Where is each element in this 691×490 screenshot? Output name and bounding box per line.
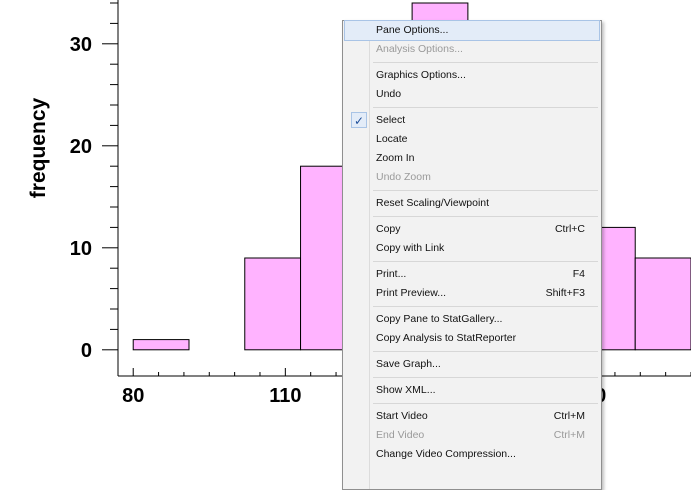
menu-item-show-xml[interactable]: Show XML... <box>345 381 599 400</box>
menu-item-label: Graphics Options... <box>376 69 466 81</box>
menu-item-print-preview[interactable]: Print Preview... Shift+F3 <box>345 284 599 303</box>
menu-item-change-video-compression[interactable]: Change Video Compression... <box>345 445 599 464</box>
menu-item-label: Reset Scaling/Viewpoint <box>376 197 490 209</box>
y-tick-label: 0 <box>81 340 92 362</box>
menu-item-label: End Video <box>376 429 425 441</box>
histogram-bar <box>244 257 302 351</box>
y-tick-label: 30 <box>70 34 92 56</box>
menu-item-label: Pane Options... <box>376 24 449 36</box>
x-tick-label: 80 <box>122 385 144 407</box>
menu-item-undo[interactable]: Undo <box>345 85 599 104</box>
menu-item-select[interactable]: ✓ Select <box>345 111 599 130</box>
menu-item-shortcut: Ctrl+M <box>553 410 585 422</box>
menu-separator <box>373 306 598 307</box>
histogram-bar <box>132 339 190 351</box>
menu-item-label: Undo <box>376 88 402 100</box>
menu-item-copy-with-link[interactable]: Copy with Link <box>345 239 599 258</box>
y-axis-label: frequency <box>27 98 50 199</box>
menu-separator <box>373 62 598 63</box>
menu-item-label: Locate <box>376 133 408 145</box>
menu-item-copy-analysis-to-statreporter[interactable]: Copy Analysis to StatReporter <box>345 329 599 348</box>
menu-item-label: Copy Pane to StatGallery... <box>376 313 503 325</box>
menu-item-copy[interactable]: Copy Ctrl+C <box>345 220 599 239</box>
menu-item-graphics-options[interactable]: Graphics Options... <box>345 66 599 85</box>
menu-item-undo-zoom: Undo Zoom <box>345 168 599 187</box>
menu-item-save-graph[interactable]: Save Graph... <box>345 355 599 374</box>
menu-separator <box>373 351 598 352</box>
menu-item-label: Save Graph... <box>376 358 441 370</box>
y-tick-label: 10 <box>70 238 92 260</box>
menu-item-shortcut: Ctrl+C <box>554 223 585 235</box>
x-tick-label: 110 <box>269 385 301 407</box>
menu-item-locate[interactable]: Locate <box>345 130 599 149</box>
menu-item-print[interactable]: Print... F4 <box>345 265 599 284</box>
menu-separator <box>373 190 598 191</box>
menu-item-label: Copy <box>376 223 401 235</box>
menu-item-zoom-in[interactable]: Zoom In <box>345 149 599 168</box>
menu-separator <box>373 261 598 262</box>
menu-item-label: Copy Analysis to StatReporter <box>376 332 517 344</box>
menu-separator <box>373 107 598 108</box>
menu-item-label: Zoom In <box>376 152 415 164</box>
menu-item-label: Copy with Link <box>376 242 445 254</box>
menu-item-label: Start Video <box>376 410 428 422</box>
menu-separator <box>373 403 598 404</box>
menu-item-end-video: End Video Ctrl+M <box>345 426 599 445</box>
y-tick-label: 20 <box>70 136 92 158</box>
menu-item-copy-pane-to-statgallery[interactable]: Copy Pane to StatGallery... <box>345 310 599 329</box>
menu-item-shortcut: Ctrl+M <box>553 429 585 441</box>
menu-item-shortcut: Shift+F3 <box>545 287 585 299</box>
menu-item-pane-options[interactable]: Pane Options... <box>344 20 600 41</box>
menu-separator <box>373 216 598 217</box>
menu-separator <box>373 377 598 378</box>
menu-item-label: Print... <box>376 268 407 280</box>
menu-item-label: Undo Zoom <box>376 171 431 183</box>
menu-item-shortcut: F4 <box>572 268 585 280</box>
check-icon: ✓ <box>351 112 367 128</box>
menu-item-label: Show XML... <box>376 384 436 396</box>
menu-item-analysis-options: Analysis Options... <box>345 40 599 59</box>
menu-item-reset-scaling-viewpoint[interactable]: Reset Scaling/Viewpoint <box>345 194 599 213</box>
context-menu: Pane Options... Analysis Options... Graphi… <box>342 20 602 490</box>
menu-item-label: Change Video Compression... <box>376 448 516 460</box>
menu-item-label: Analysis Options... <box>376 43 463 55</box>
menu-item-label: Print Preview... <box>376 287 447 299</box>
menu-item-start-video[interactable]: Start Video Ctrl+M <box>345 407 599 426</box>
histogram-bar <box>634 257 691 351</box>
menu-item-label: Select <box>376 114 406 126</box>
